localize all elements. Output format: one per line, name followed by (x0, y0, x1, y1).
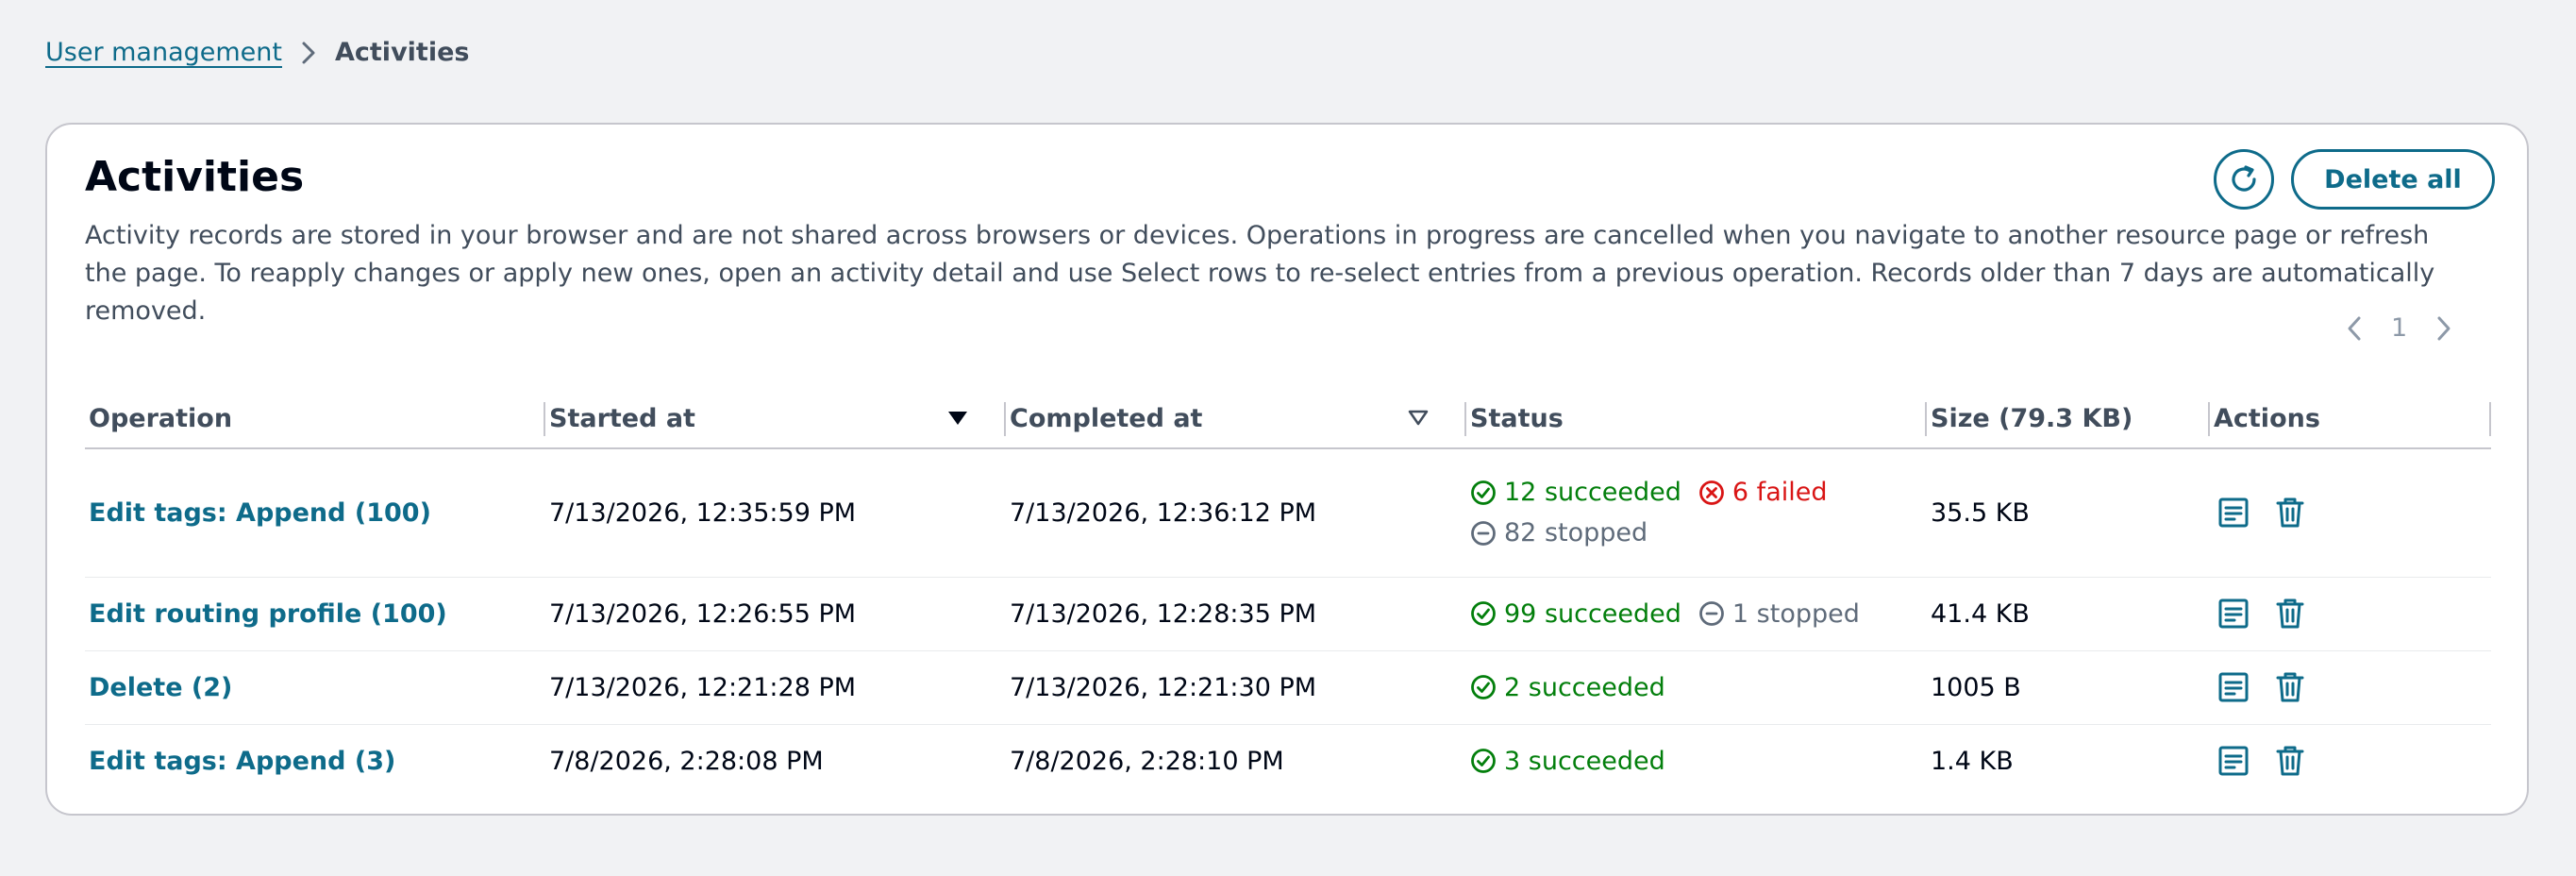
table-row: Delete (2) 7/13/2026, 12:21:28 PM 7/13/2… (85, 650, 2491, 725)
document-icon (2217, 497, 2250, 529)
size-value: 35.5 KB (1931, 497, 2030, 528)
status-text: 82 stopped (1504, 518, 1648, 548)
column-header-actions: Actions (2210, 389, 2491, 449)
document-icon (2217, 671, 2250, 703)
delete-row-button[interactable] (2276, 745, 2304, 777)
status-stop: 1 stopped (1698, 599, 1860, 629)
completed-at-value: 7/13/2026, 12:21:30 PM (1010, 672, 1317, 702)
table-row: Edit routing profile (100) 7/13/2026, 12… (85, 577, 2491, 651)
success-icon (1470, 748, 1497, 774)
started-at-value: 7/8/2026, 2:28:08 PM (549, 746, 824, 776)
next-page-button[interactable] (2435, 314, 2452, 343)
status-cell: 12 succeeded 6 failed 82 stopped (1470, 478, 1866, 548)
breadcrumb: User management Activities (45, 38, 469, 67)
operation-link[interactable]: Edit tags: Append (100) (89, 498, 431, 528)
view-details-button[interactable] (2217, 598, 2250, 630)
trash-icon (2276, 598, 2304, 630)
row-actions (2214, 671, 2491, 703)
status-text: 3 succeeded (1504, 746, 1665, 776)
row-actions (2214, 497, 2491, 529)
current-page-number[interactable]: 1 (2391, 313, 2407, 343)
refresh-button[interactable] (2214, 149, 2274, 210)
delete-row-button[interactable] (2276, 497, 2304, 529)
status-cell: 99 succeeded 1 stopped (1470, 599, 1866, 629)
operation-link[interactable]: Edit tags: Append (3) (89, 747, 395, 776)
breadcrumb-user-management[interactable]: User management (45, 38, 282, 67)
column-header-started-at[interactable]: Started at (545, 389, 1006, 449)
view-details-button[interactable] (2217, 671, 2250, 703)
table-header-row: Operation Started at Completed at Status… (85, 389, 2491, 449)
completed-at-value: 7/8/2026, 2:28:10 PM (1010, 746, 1284, 776)
breadcrumb-current: Activities (335, 38, 470, 67)
success-icon (1470, 600, 1497, 627)
status-cell: 2 succeeded (1470, 673, 1866, 702)
completed-at-value: 7/13/2026, 12:36:12 PM (1010, 497, 1317, 528)
view-details-button[interactable] (2217, 497, 2250, 529)
size-value: 1005 B (1931, 672, 2021, 702)
stopped-icon (1698, 600, 1725, 627)
stopped-icon (1470, 520, 1497, 547)
chevron-left-icon (2346, 314, 2363, 343)
activities-table: Operation Started at Completed at Status… (85, 389, 2491, 798)
page-title: Activities (85, 153, 305, 201)
size-value: 1.4 KB (1931, 746, 2014, 776)
row-actions (2214, 745, 2491, 777)
operation-link[interactable]: Delete (2) (89, 673, 232, 702)
view-details-button[interactable] (2217, 745, 2250, 777)
column-header-status: Status (1466, 389, 1927, 449)
delete-row-button[interactable] (2276, 671, 2304, 703)
status-ok: 3 succeeded (1470, 747, 1665, 776)
previous-page-button[interactable] (2346, 314, 2363, 343)
pagination: 1 (2346, 313, 2452, 343)
column-header-size: Size (79.3 KB) (1927, 389, 2210, 449)
sort-descending-icon[interactable] (947, 410, 968, 427)
success-icon (1470, 674, 1497, 700)
status-text: 12 succeeded (1504, 478, 1681, 508)
delete-row-button[interactable] (2276, 598, 2304, 630)
delete-all-button[interactable]: Delete all (2291, 149, 2495, 210)
status-ok: 99 succeeded (1470, 599, 1681, 629)
document-icon (2217, 745, 2250, 777)
trash-icon (2276, 671, 2304, 703)
document-icon (2217, 598, 2250, 630)
started-at-value: 7/13/2026, 12:21:28 PM (549, 672, 857, 702)
column-header-operation: Operation (85, 389, 545, 449)
column-divider[interactable] (2489, 402, 2491, 436)
page-description: Activity records are stored in your brow… (85, 221, 2435, 326)
trash-icon (2276, 497, 2304, 529)
started-at-value: 7/13/2026, 12:35:59 PM (549, 497, 857, 528)
activities-container: Activities Delete all Activity records a… (45, 123, 2529, 816)
status-text: 2 succeeded (1504, 672, 1665, 702)
table-row: Edit tags: Append (100) 7/13/2026, 12:35… (85, 448, 2491, 578)
started-at-value: 7/13/2026, 12:26:55 PM (549, 598, 857, 629)
chevron-right-icon (301, 41, 316, 65)
chevron-right-icon (2435, 314, 2452, 343)
row-actions (2214, 598, 2491, 630)
size-value: 41.4 KB (1931, 598, 2030, 629)
table-row: Edit tags: Append (3) 7/8/2026, 2:28:08 … (85, 724, 2491, 798)
status-fail: 6 failed (1698, 478, 1828, 507)
trash-icon (2276, 745, 2304, 777)
status-ok: 12 succeeded (1470, 478, 1681, 507)
success-icon (1470, 480, 1497, 506)
sort-icon[interactable] (1408, 410, 1429, 427)
status-text: 99 succeeded (1504, 598, 1681, 629)
column-header-completed-at[interactable]: Completed at (1006, 389, 1466, 449)
operation-link[interactable]: Edit routing profile (100) (89, 599, 447, 629)
status-text: 1 stopped (1731, 598, 1860, 629)
status-cell: 3 succeeded (1470, 747, 1866, 776)
status-text: 6 failed (1731, 478, 1828, 508)
status-ok: 2 succeeded (1470, 673, 1665, 702)
completed-at-value: 7/13/2026, 12:28:35 PM (1010, 598, 1317, 629)
error-icon (1698, 480, 1725, 506)
status-stop: 82 stopped (1470, 518, 1648, 548)
refresh-icon (2227, 162, 2261, 196)
